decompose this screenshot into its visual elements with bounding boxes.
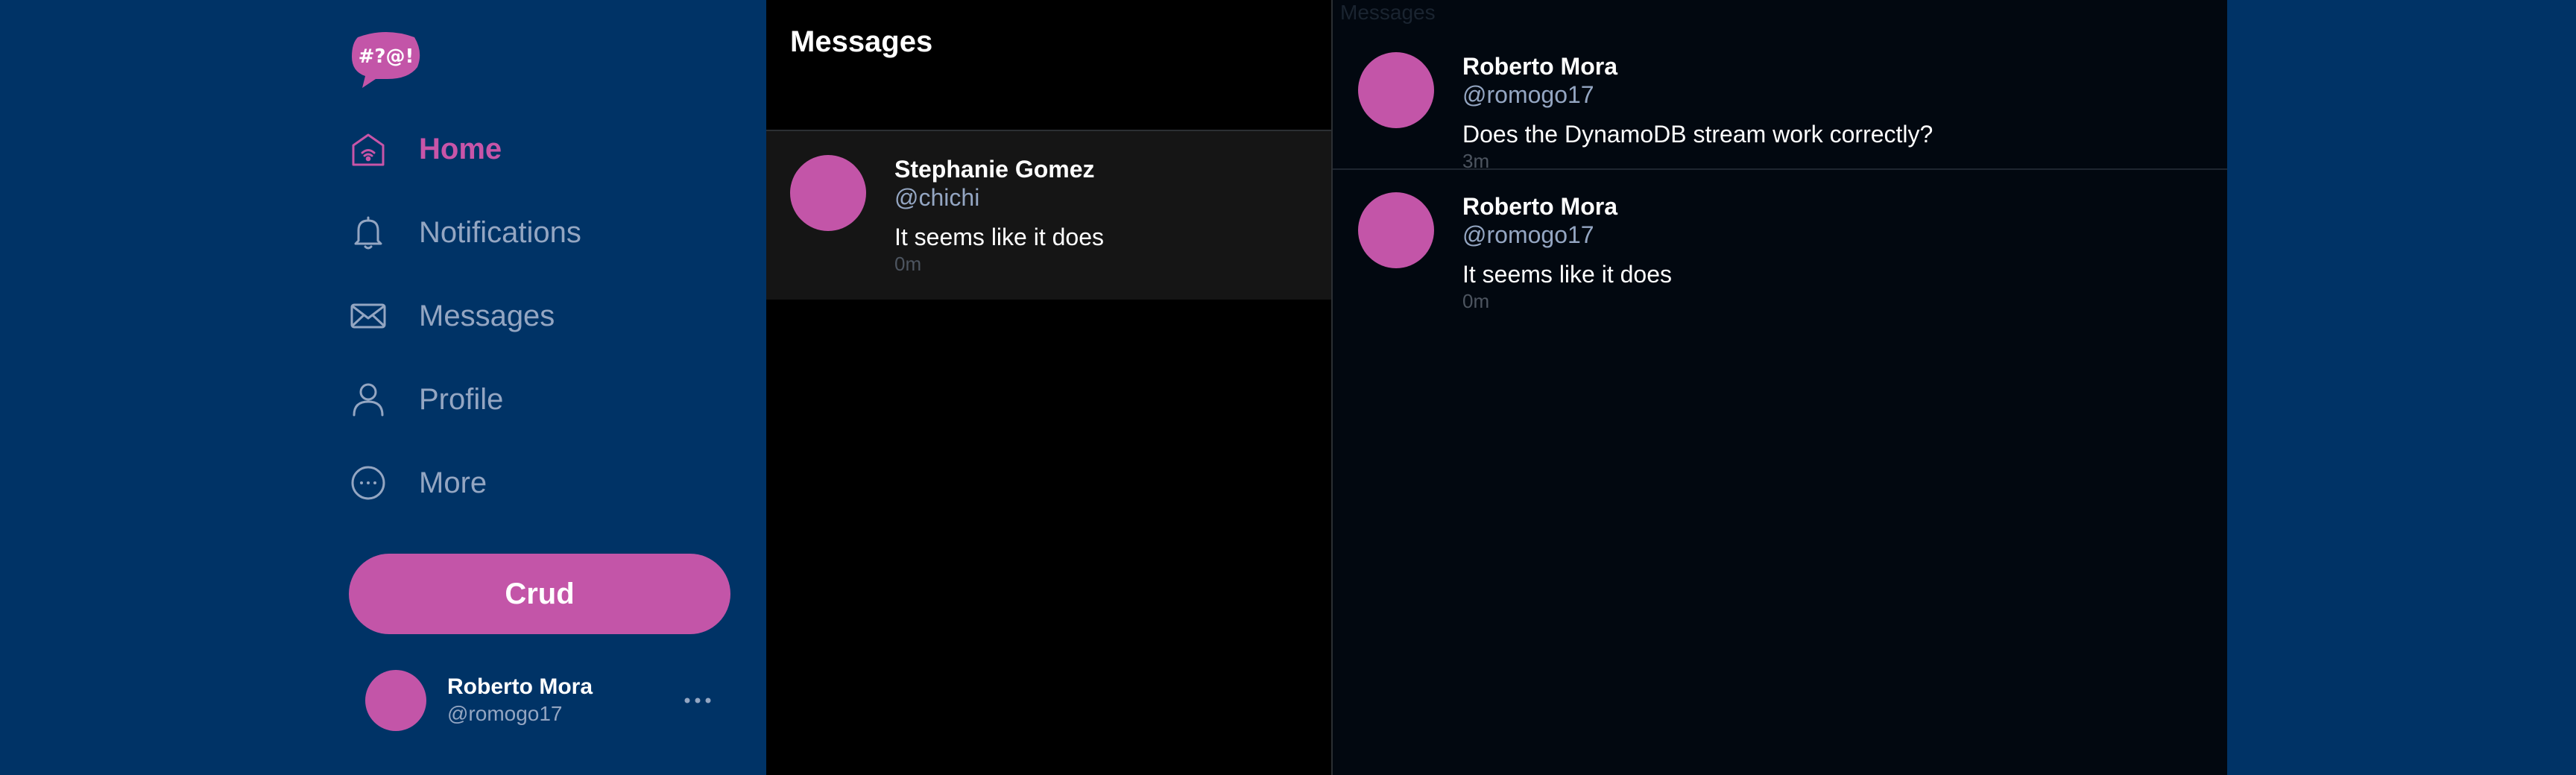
sidebar-item-home[interactable]: Home	[347, 119, 735, 179]
thread-column: Messages Roberto Mora @romogo17 Does the…	[1331, 0, 2227, 775]
avatar[interactable]	[1358, 192, 1434, 268]
thread-message-text: Roberto Mora @romogo17 It seems like it …	[1462, 192, 1672, 313]
conversation-item[interactable]: Stephanie Gomez @chichi It seems like it…	[766, 131, 1331, 300]
sidebar-item-notifications[interactable]: Notifications	[347, 203, 735, 262]
message-author-name: Roberto Mora	[1462, 53, 1617, 80]
thread-message: Roberto Mora @romogo17 Does the DynamoDB…	[1333, 0, 2227, 173]
avatar	[365, 670, 426, 731]
avatar	[790, 155, 866, 231]
page-title: Messages	[790, 25, 933, 58]
app-logo[interactable]: #?@!	[349, 30, 423, 88]
message-author-name: Roberto Mora	[1462, 193, 1617, 220]
conversation-name: Stephanie Gomez	[894, 156, 1095, 183]
bell-icon	[347, 212, 389, 253]
user-icon	[347, 379, 389, 420]
account-handle: @romogo17	[447, 702, 563, 725]
thread-message-text: Roberto Mora @romogo17 Does the DynamoDB…	[1462, 52, 1933, 173]
conversation-handle: @chichi	[894, 184, 980, 211]
more-circle-icon	[347, 462, 389, 504]
thread-message: Roberto Mora @romogo17 It seems like it …	[1333, 170, 2227, 340]
speech-bubble-logo-icon: #?@!	[352, 32, 420, 88]
sidebar: #?@! Home Notifications Messages Profile…	[347, 0, 766, 775]
sidebar-item-label: Messages	[419, 299, 555, 332]
sidebar-item-label: Home	[419, 132, 502, 165]
sidebar-item-messages[interactable]: Messages	[347, 286, 735, 346]
avatar[interactable]	[1358, 52, 1434, 128]
account-name: Roberto Mora	[447, 674, 593, 699]
conversation-last-message: It seems like it does	[894, 224, 1104, 250]
message-author-handle: @romogo17	[1462, 81, 1594, 108]
sidebar-item-profile[interactable]: Profile	[347, 370, 735, 429]
sidebar-item-more[interactable]: More	[347, 453, 735, 513]
envelope-icon	[347, 295, 389, 337]
ellipsis-icon[interactable]	[680, 686, 716, 715]
messages-header: Messages	[766, 0, 1331, 131]
sidebar-item-label: Notifications	[419, 215, 581, 249]
messages-column: Messages Stephanie Gomez @chichi It seem…	[766, 0, 1331, 775]
account-info: Roberto Mora @romogo17	[447, 674, 593, 727]
app-root: #?@! Home Notifications Messages Profile…	[0, 0, 2576, 775]
message-body: Does the DynamoDB stream work correctly?	[1462, 121, 1933, 148]
conversation-time: 0m	[894, 253, 922, 275]
home-icon	[347, 128, 389, 170]
account-switcher[interactable]: Roberto Mora @romogo17	[365, 669, 716, 732]
svg-text:#?@!: #?@!	[359, 45, 414, 68]
sidebar-item-label: Profile	[419, 382, 504, 416]
crud-button[interactable]: Crud	[349, 554, 730, 634]
message-body: It seems like it does	[1462, 261, 1672, 288]
sidebar-item-label: More	[419, 466, 487, 499]
message-author-handle: @romogo17	[1462, 221, 1594, 248]
message-time: 0m	[1462, 290, 1490, 312]
conversation-text: Stephanie Gomez @chichi It seems like it…	[894, 155, 1104, 276]
